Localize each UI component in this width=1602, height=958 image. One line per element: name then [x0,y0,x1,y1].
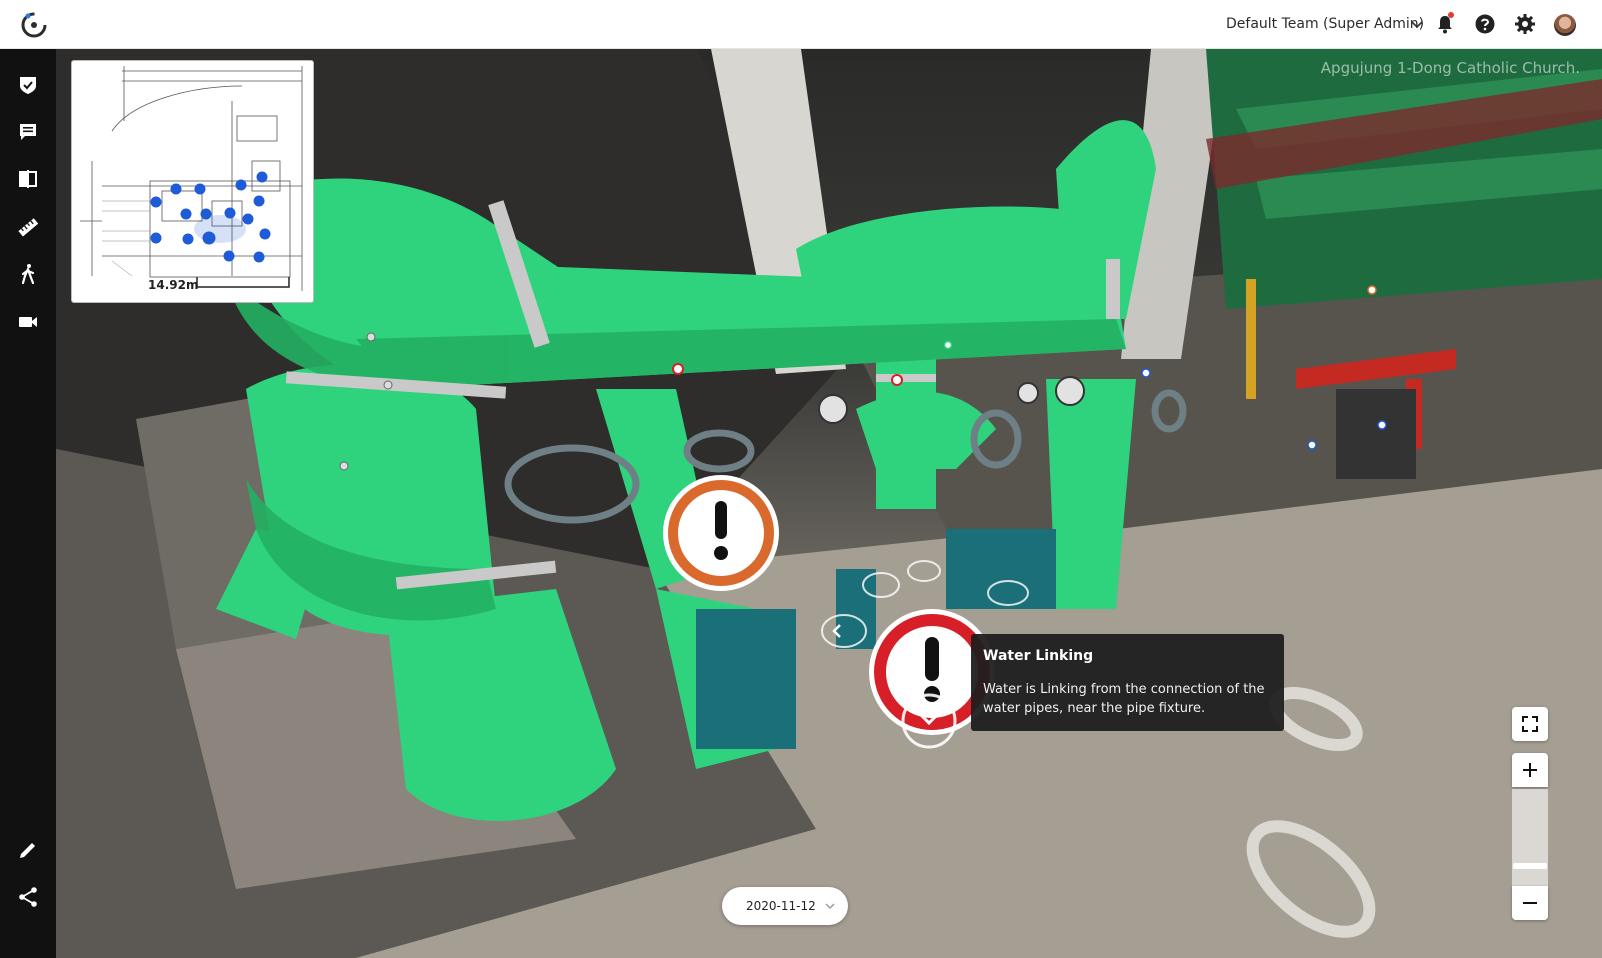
logo-icon[interactable] [20,11,48,39]
chevron-down-icon [825,903,835,909]
chevron-down-icon[interactable] [1410,17,1424,31]
sidebar [0,49,56,958]
compare-icon[interactable] [17,168,39,190]
notification-dot [1448,12,1454,18]
minimap[interactable]: 14.92m [71,60,314,303]
plus-icon [1523,763,1537,777]
team-selector[interactable]: Default Team (Super Admin) [1226,16,1424,32]
zoom-slider[interactable] [1512,789,1548,889]
comment-icon[interactable] [17,121,39,143]
zoom-slider-thumb[interactable] [1513,863,1547,869]
zoom-out-button[interactable] [1512,886,1548,920]
ruler-icon[interactable] [17,216,39,238]
issue-description: Water is Linking from the connection of … [983,682,1265,716]
minus-icon [1523,902,1537,904]
issue-title: Water Linking [983,648,1094,664]
share-icon[interactable] [17,886,39,908]
zoom-in-button[interactable] [1512,753,1548,787]
project-watermark: Apgujung 1-Dong Catholic Church. [1320,59,1580,77]
top-bar: Default Team (Super Admin) [0,0,1602,49]
help-icon[interactable] [1474,13,1496,35]
scale-label: 14.92m [148,278,199,292]
fullscreen-icon [1522,716,1538,732]
floor-plan[interactable] [72,61,314,303]
warning-marker-orange[interactable] [661,473,781,593]
capture-date: 2020-11-12 [746,899,816,913]
shield-check-icon[interactable] [17,74,39,96]
panorama-viewer[interactable]: Apgujung 1-Dong Catholic Church. 14.92m … [56,49,1602,958]
issue-tooltip: Water Linking Water is Linking from the … [971,634,1284,731]
gear-icon[interactable] [1514,13,1536,35]
avatar[interactable] [1554,14,1576,36]
video-icon[interactable] [17,311,39,333]
chevron-down-icon[interactable] [899,691,959,751]
walk-icon[interactable] [17,263,39,285]
fullscreen-button[interactable] [1512,707,1548,741]
date-selector[interactable]: 2020-11-12 [722,887,848,925]
pencil-icon[interactable] [17,839,39,861]
